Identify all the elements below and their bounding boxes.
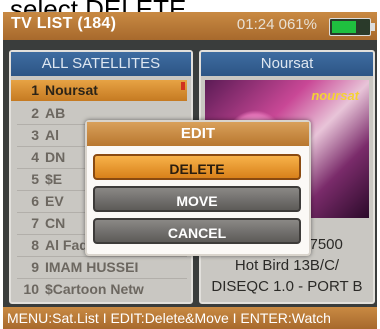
dialog-title: EDIT <box>87 122 309 146</box>
edit-dialog: EDIT DELETE MOVE CANCEL <box>85 120 311 256</box>
status-time: 01:24 061% <box>236 16 317 33</box>
channel-row[interactable]: 10 $Cartoon Netw <box>17 279 187 300</box>
tv-screen: TV LIST (184) 01:24 061% ALL SATELLITES … <box>3 12 377 329</box>
delete-button[interactable]: DELETE <box>93 154 301 180</box>
preview-heading: Noursat <box>201 52 373 76</box>
channel-row[interactable]: 9 IMAM HUSSEI <box>17 257 187 278</box>
help-bar: MENU:Sat.List I EDIT:Delete&Move I ENTER… <box>3 307 377 329</box>
fav-marker-icon <box>181 82 185 90</box>
top-bar: TV LIST (184) 01:24 061% <box>3 12 377 40</box>
move-button[interactable]: MOVE <box>93 186 301 212</box>
diseqc-text: DISEQC 1.0 - PORT B <box>211 278 363 295</box>
battery-icon <box>329 18 375 36</box>
satellite-text: Hot Bird 13B/C/ <box>234 257 340 274</box>
channel-logo: noursat <box>311 88 359 103</box>
cancel-button[interactable]: CANCEL <box>93 218 301 244</box>
list-title: TV LIST (184) <box>11 15 117 32</box>
channel-row[interactable]: 1 Noursat <box>11 80 187 101</box>
list-heading: ALL SATELLITES <box>11 52 191 76</box>
